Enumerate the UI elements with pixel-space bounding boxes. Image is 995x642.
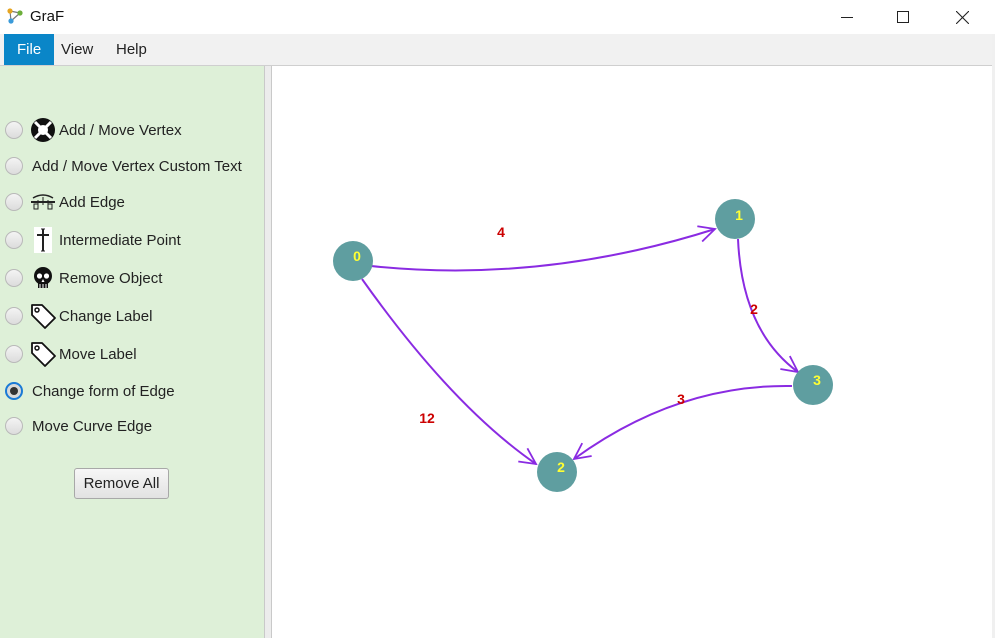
minimize-button[interactable] [818,0,876,34]
graph-canvas[interactable]: 4 2 3 12 0 1 2 3 [272,66,992,638]
radio-button[interactable] [5,193,23,211]
close-icon [955,10,969,24]
tool-label: Add / Move Vertex Custom Text [32,157,242,175]
skull-icon [30,265,56,291]
tool-sidebar: Add / Move Vertex Add / Move Vertex Cust… [0,66,264,638]
tool-move-curve-edge[interactable]: Move Curve Edge [5,413,152,439]
title-bar: GraF [0,0,995,34]
window-title: GraF [30,8,65,25]
graph-edge[interactable] [370,229,715,272]
menu-help[interactable]: Help [103,34,160,65]
cross-icon [30,227,56,253]
radio-button[interactable] [5,345,23,363]
tag-icon [30,303,56,329]
tool-label: Change Label [59,307,153,325]
split-pane-divider[interactable] [264,66,272,638]
vertex-label: 0 [353,248,361,264]
maximize-icon [897,11,909,23]
vertex-icon [30,117,56,143]
edge-label[interactable]: 3 [677,391,685,407]
edge-label[interactable]: 4 [497,224,505,240]
edge-label[interactable]: 12 [419,410,435,426]
minimize-icon [841,17,853,18]
graph-vertex[interactable]: 2 [537,452,577,492]
vertex-label: 3 [813,372,821,388]
menu-file[interactable]: File [4,34,55,65]
radio-button[interactable] [5,307,23,325]
menu-bar: File View Help [0,34,992,66]
remove-all-button[interactable]: Remove All [74,468,169,499]
radio-button-selected[interactable] [5,382,23,400]
tool-move-label[interactable]: Move Label [5,341,137,367]
radio-button[interactable] [5,121,23,139]
tool-label: Move Curve Edge [32,417,153,435]
tool-label: Remove Object [59,269,163,287]
graph-svg: 4 2 3 12 0 1 2 3 [333,199,833,492]
tool-add-move-vertex[interactable]: Add / Move Vertex [5,117,182,143]
tool-label: Intermediate Point [59,231,181,249]
tool-intermediate-point[interactable]: Intermediate Point [5,227,181,253]
edge-icon [30,189,56,215]
radio-button[interactable] [5,231,23,249]
graph-vertex[interactable]: 3 [793,365,833,405]
tag-icon [30,341,56,367]
tool-add-edge[interactable]: Add Edge [5,189,125,215]
tool-label: Change form of Edge [32,382,175,400]
graph-edge[interactable] [737,238,798,372]
tool-change-label[interactable]: Change Label [5,303,152,329]
graph-vertex[interactable]: 0 [333,241,373,281]
tool-label: Move Label [59,345,137,363]
radio-button[interactable] [5,269,23,287]
radio-button[interactable] [5,417,23,435]
radio-button[interactable] [5,157,23,175]
vertex-label: 1 [735,207,743,223]
close-button[interactable] [933,0,991,34]
edge-label[interactable]: 2 [750,301,758,317]
vertex-label: 2 [557,459,565,475]
tool-label: Add Edge [59,193,125,211]
app-icon [7,8,23,24]
tool-remove-object[interactable]: Remove Object [5,265,162,291]
graph-vertex[interactable]: 1 [715,199,755,239]
tool-label: Add / Move Vertex [59,121,182,139]
maximize-button[interactable] [874,0,932,34]
menu-view[interactable]: View [48,34,106,65]
tool-change-form-of-edge[interactable]: Change form of Edge [5,378,175,404]
tool-add-move-vertex-custom-text[interactable]: Add / Move Vertex Custom Text [5,153,242,179]
graph-edge[interactable] [361,278,536,464]
